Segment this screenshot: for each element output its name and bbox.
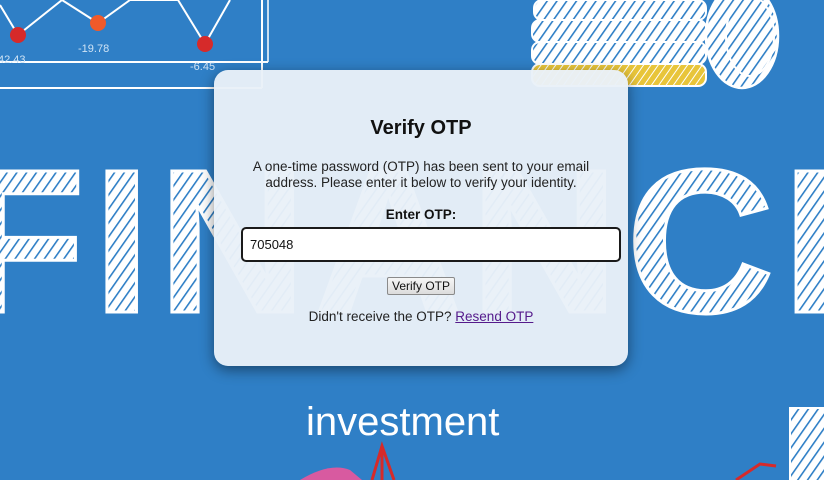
- chart-label-2: -19.78: [78, 43, 109, 55]
- investment-sketch: investment: [300, 400, 824, 480]
- otp-input[interactable]: [241, 227, 621, 262]
- resend-prompt: Didn't receive the OTP?: [308, 309, 452, 324]
- chart-label-1: 42.43: [0, 54, 26, 66]
- resend-row: Didn't receive the OTP? Resend OTP: [214, 309, 628, 324]
- chart-point-orange: [90, 15, 106, 31]
- verify-otp-button[interactable]: Verify OTP: [387, 277, 455, 295]
- svg-text:investment: investment: [306, 400, 499, 444]
- resend-otp-link[interactable]: Resend OTP: [455, 309, 533, 324]
- chart-label-3: -6.45: [190, 61, 215, 73]
- chart-point-red-2: [197, 36, 213, 52]
- chart-point-red-1: [10, 27, 26, 43]
- dialog-title: Verify OTP: [370, 117, 472, 139]
- verify-otp-dialog: Verify OTP A one-time password (OTP) has…: [214, 70, 628, 366]
- otp-description: A one-time password (OTP) has been sent …: [252, 159, 590, 190]
- otp-label: Enter OTP:: [385, 207, 457, 222]
